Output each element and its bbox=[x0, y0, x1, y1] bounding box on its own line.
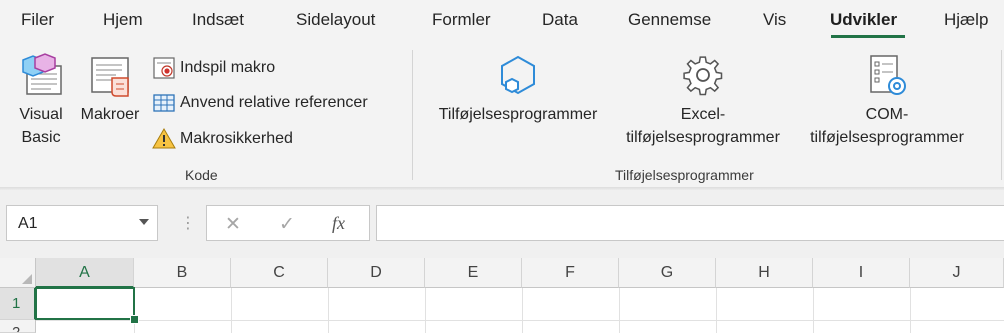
gridline bbox=[522, 288, 523, 333]
macro-security-button[interactable]: Makrosikkerhed bbox=[152, 126, 293, 152]
visual-basic-label-1: Visual bbox=[19, 106, 63, 123]
gridline bbox=[813, 288, 814, 333]
com-addins-icon bbox=[870, 55, 906, 95]
drag-handle-icon[interactable]: ⋮ bbox=[180, 213, 196, 233]
tab-formulas[interactable]: Formler bbox=[432, 10, 491, 30]
gridline bbox=[328, 288, 329, 333]
record-macro-label: Indspil makro bbox=[180, 59, 276, 76]
gear-icon bbox=[683, 56, 723, 96]
tab-file[interactable]: Filer bbox=[21, 10, 54, 30]
formula-buttons: ✕ ✓ fx bbox=[206, 205, 370, 241]
select-all-button[interactable] bbox=[0, 258, 36, 288]
column-header-h[interactable]: H bbox=[716, 258, 813, 288]
addins-label: Tilføjelsesprogrammer bbox=[438, 106, 598, 123]
column-header-j[interactable]: J bbox=[910, 258, 1004, 288]
insert-function-icon[interactable]: fx bbox=[332, 213, 345, 234]
active-tab-indicator bbox=[831, 35, 905, 38]
enter-check-icon[interactable]: ✓ bbox=[279, 213, 295, 236]
gridline bbox=[619, 288, 620, 333]
relative-references-label: Anvend relative referencer bbox=[180, 94, 368, 111]
macros-icon bbox=[91, 57, 129, 97]
visual-basic-button[interactable]: Visual Basic bbox=[14, 52, 68, 149]
addins-hexagon-icon bbox=[501, 55, 535, 95]
com-addins-label-1: COM- bbox=[865, 106, 909, 123]
relative-references-button[interactable]: Anvend relative referencer bbox=[152, 90, 368, 116]
gridline bbox=[716, 288, 717, 333]
column-header-c[interactable]: C bbox=[231, 258, 328, 288]
column-header-i[interactable]: I bbox=[813, 258, 910, 288]
excel-addins-label-1: Excel- bbox=[680, 106, 726, 123]
record-macro-icon bbox=[153, 57, 175, 79]
record-macro-button[interactable]: Indspil makro bbox=[152, 55, 275, 81]
tab-help[interactable]: Hjælp bbox=[944, 10, 988, 30]
visual-basic-icon bbox=[22, 53, 62, 95]
tab-developer[interactable]: Udvikler bbox=[830, 10, 897, 30]
name-box[interactable]: A1 bbox=[6, 205, 158, 241]
row-header-2[interactable]: 2 bbox=[0, 320, 36, 333]
group-separator-right bbox=[1001, 50, 1002, 180]
formula-input[interactable] bbox=[376, 205, 1004, 241]
table-grid-icon bbox=[153, 94, 175, 112]
tab-review[interactable]: Gennemse bbox=[628, 10, 711, 30]
active-cell-a1[interactable] bbox=[35, 287, 135, 320]
gridline bbox=[231, 288, 232, 333]
gridline bbox=[910, 288, 911, 333]
gridline bbox=[36, 320, 1004, 321]
tab-view[interactable]: Vis bbox=[763, 10, 786, 30]
name-box-value: A1 bbox=[18, 215, 38, 232]
gridline bbox=[425, 288, 426, 333]
macro-security-label: Makrosikkerhed bbox=[180, 130, 293, 147]
column-header-d[interactable]: D bbox=[328, 258, 425, 288]
chevron-down-icon[interactable] bbox=[139, 219, 149, 225]
addins-button[interactable]: Tilføjelsesprogrammer bbox=[426, 52, 610, 126]
macros-button[interactable]: Makroer bbox=[76, 52, 144, 126]
com-addins-label-2: tilføjelsesprogrammer bbox=[810, 129, 964, 146]
column-header-e[interactable]: E bbox=[425, 258, 522, 288]
tab-page-layout[interactable]: Sidelayout bbox=[296, 10, 375, 30]
column-header-a[interactable]: A bbox=[36, 258, 134, 288]
ribbon-tab-bar: Filer Hjem Indsæt Sidelayout Formler Dat… bbox=[0, 0, 1004, 44]
com-addins-button[interactable]: COM- tilføjelsesprogrammer bbox=[797, 52, 977, 149]
visual-basic-label-2: Basic bbox=[21, 129, 61, 146]
group-label-addins: Tilføjelsesprogrammer bbox=[615, 167, 754, 183]
group-label-code: Kode bbox=[185, 167, 218, 183]
excel-addins-label-2: tilføjelsesprogrammer bbox=[626, 129, 780, 146]
warning-icon bbox=[152, 128, 176, 149]
cancel-icon[interactable]: ✕ bbox=[225, 213, 241, 236]
group-separator bbox=[412, 50, 413, 180]
macros-label: Makroer bbox=[80, 106, 140, 123]
row-header-1[interactable]: 1 bbox=[0, 288, 36, 320]
column-header-g[interactable]: G bbox=[619, 258, 716, 288]
tab-home[interactable]: Hjem bbox=[103, 10, 143, 30]
tab-data[interactable]: Data bbox=[542, 10, 578, 30]
fill-handle[interactable] bbox=[130, 315, 139, 324]
excel-addins-button[interactable]: Excel- tilføjelsesprogrammer bbox=[613, 52, 793, 149]
column-header-b[interactable]: B bbox=[134, 258, 231, 288]
tab-insert[interactable]: Indsæt bbox=[192, 10, 244, 30]
column-header-f[interactable]: F bbox=[522, 258, 619, 288]
